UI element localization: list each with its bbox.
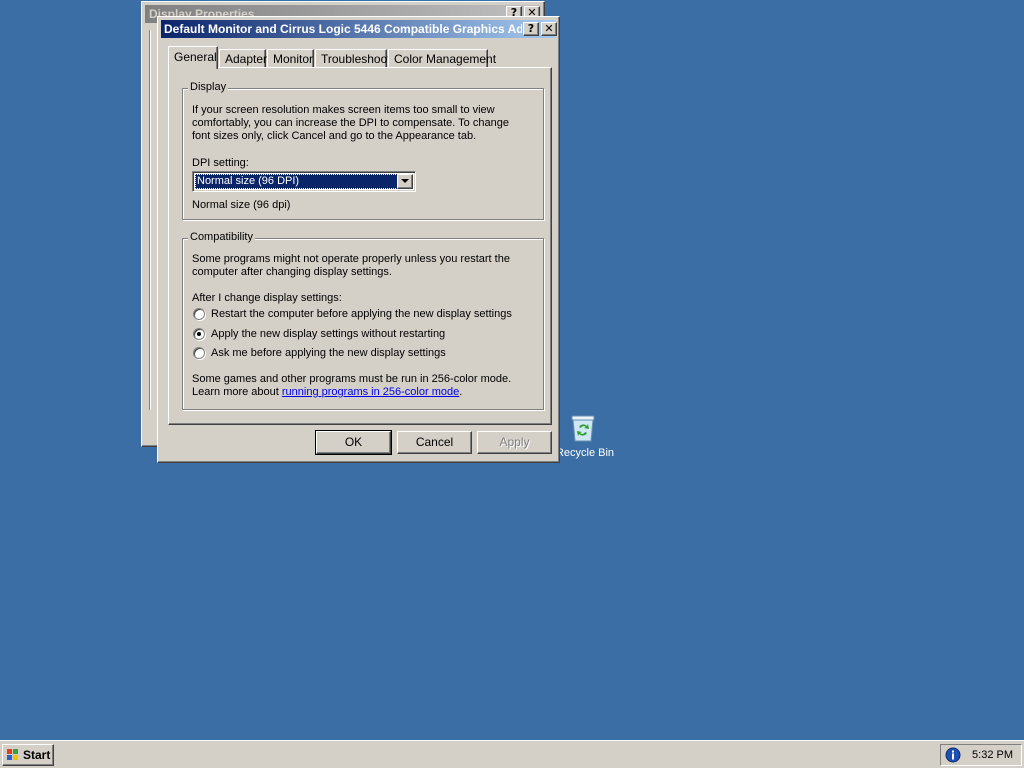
help-icon: ? [527, 22, 535, 35]
cancel-button[interactable]: Cancel [397, 431, 472, 454]
dialog-titlebar[interactable]: Default Monitor and Cirrus Logic 5446 Co… [161, 20, 556, 38]
tab-color-management[interactable]: Color Management [388, 49, 496, 68]
radio-button[interactable] [193, 347, 205, 359]
display-description-line: If your screen resolution makes screen i… [192, 104, 495, 116]
tab-troubleshoot[interactable]: Troubleshoot [315, 49, 391, 68]
radio-button-checked[interactable] [193, 328, 205, 340]
ok-button[interactable]: OK [315, 430, 392, 455]
display-description-line: comfortably, you can increase the DPI to… [192, 117, 509, 129]
monitor-properties-dialog[interactable]: Default Monitor and Cirrus Logic 5446 Co… [157, 16, 560, 463]
recycle-bin-icon [571, 415, 595, 442]
learn-more-suffix: . [459, 386, 463, 398]
start-button[interactable]: Start [2, 744, 54, 766]
radio-button[interactable] [193, 308, 205, 320]
dialog-close-button[interactable]: ✕ [541, 22, 557, 36]
general-tab-panel: Display If your screen resolution makes … [168, 67, 552, 425]
compat-description-line: computer after changing display settings… [192, 266, 392, 278]
start-label: Start [23, 748, 51, 762]
color-mode-note: Some games and other programs must be ru… [192, 373, 512, 385]
compat-description-line: Some programs might not operate properly… [192, 253, 510, 265]
close-icon: ✕ [544, 22, 554, 35]
tab-adapter[interactable]: Adapter [219, 49, 268, 68]
display-group-legend: Display [188, 81, 229, 93]
tab-general[interactable]: General [168, 46, 218, 69]
radio-label: Apply the new display settings without r… [211, 328, 446, 340]
tab-label: Monitor [273, 52, 314, 66]
dialog-title: Default Monitor and Cirrus Logic 5446 Co… [164, 22, 522, 36]
radio-label: Ask me before applying the new display s… [211, 347, 446, 359]
windows-logo-icon [7, 749, 18, 760]
radio-label: Restart the computer before applying the… [211, 308, 512, 320]
tab-monitor[interactable]: Monitor [267, 49, 314, 68]
taskbar: Start 5:32 PM [0, 740, 1024, 768]
tab-label: General [174, 50, 217, 64]
system-tray: 5:32 PM [940, 744, 1022, 766]
tab-label: Adapter [225, 52, 268, 66]
compatibility-group-legend: Compatibility [188, 231, 255, 243]
learn-more-prefix: Learn more about [192, 386, 282, 398]
tab-label: Color Management [394, 52, 497, 66]
after-change-label: After I change display settings: [192, 292, 342, 304]
desktop: Display Properties ? ✕ Recycle Bin Defau… [0, 0, 1024, 740]
taskbar-clock[interactable]: 5:32 PM [972, 749, 1013, 761]
window-edge [149, 30, 151, 410]
dpi-setting-label: DPI setting: [192, 157, 249, 169]
dpi-caption: Normal size (96 dpi) [192, 199, 291, 211]
chevron-down-icon[interactable] [397, 174, 413, 189]
dialog-help-button[interactable]: ? [523, 22, 539, 36]
dpi-selected-value: Normal size (96 DPI) [195, 174, 398, 189]
dpi-setting-dropdown[interactable]: Normal size (96 DPI) [192, 171, 416, 192]
recycle-bin-shortcut[interactable]: Recycle Bin [555, 410, 615, 466]
info-icon[interactable] [945, 747, 961, 763]
learn-more-line: Learn more about running programs in 256… [192, 386, 462, 399]
color-mode-help-link[interactable]: running programs in 256-color mode [282, 386, 459, 398]
apply-button[interactable]: Apply [477, 431, 552, 454]
recycle-bin-label: Recycle Bin [555, 447, 615, 459]
tab-label: Troubleshoot [321, 52, 391, 66]
display-description-line: font sizes only, click Cancel and go to … [192, 130, 477, 142]
